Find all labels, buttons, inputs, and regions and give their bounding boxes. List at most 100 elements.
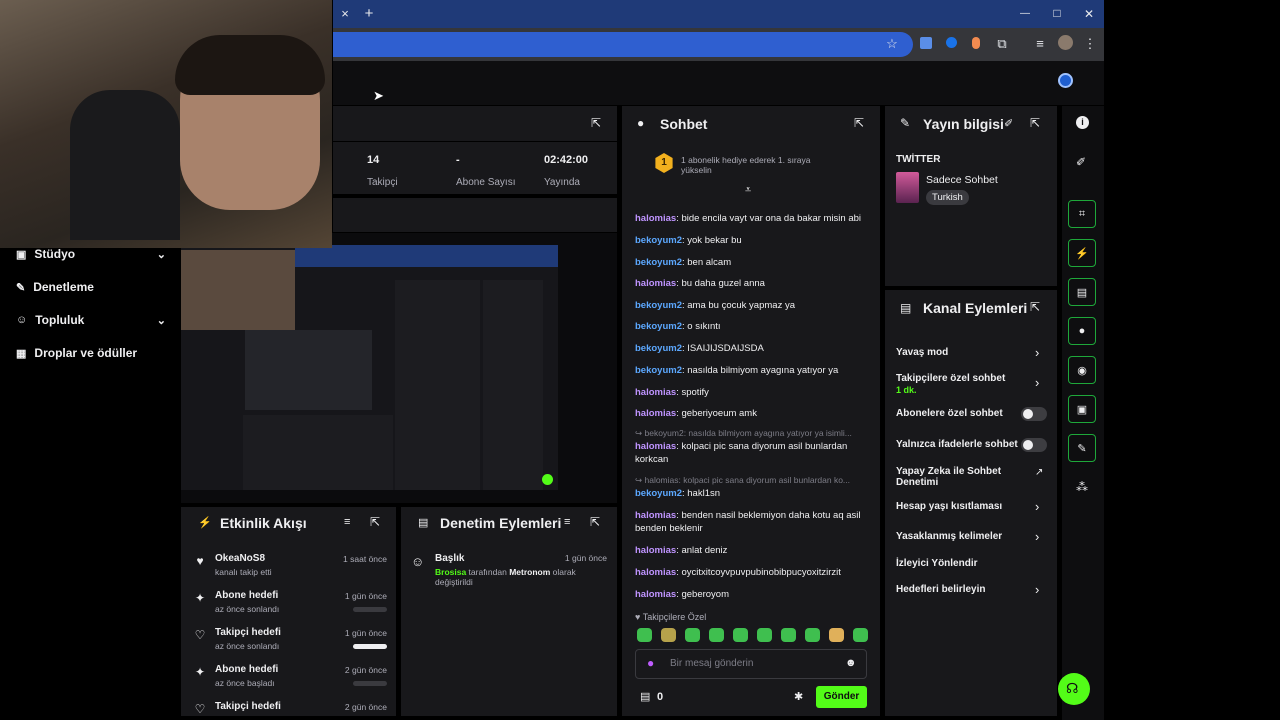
chat-username[interactable]: bekoyum2 [635,488,682,499]
rail-tools-button[interactable]: ✎ [1068,434,1096,462]
popout-icon[interactable]: ⇱ [1028,116,1042,130]
chevron-right-icon[interactable]: › [1035,529,1039,544]
rail-clip-button[interactable]: ⌗ [1068,200,1096,228]
channel-action-row[interactable]: Yapay Zeka ile Sohbet Denetimi [896,466,1036,488]
channel-action-row[interactable]: Yalnızca ifadelerle sohbet [896,439,1036,450]
media-control-icon[interactable]: ≡ [1032,36,1048,52]
chat-message[interactable]: halomias: oycitxitcoyvpuvpubinobibpucyox… [635,566,870,579]
activity-item-name[interactable]: Abone hedefi [215,590,278,601]
chat-username[interactable]: bekoyum2 [635,235,682,246]
microphone-icon[interactable]: ● [647,656,654,670]
filter-icon[interactable]: ≡ [564,516,570,528]
chat-username[interactable]: halomias [635,589,676,600]
chat-message[interactable]: halomias: bide encila vayt var ona da ba… [635,212,870,225]
rail-notes-button[interactable]: ▤ [1068,278,1096,306]
chat-username[interactable]: bekoyum2 [635,365,682,376]
activity-item-name[interactable]: OkeaNoS8 [215,553,265,564]
moderation-actor[interactable]: Brosisa [435,567,466,577]
chat-message[interactable]: halomias: kolpaci pic sana diyorum asil … [635,440,870,466]
emote-icon[interactable] [781,628,796,642]
external-link-icon[interactable]: ↗ [1035,467,1043,478]
chevron-right-icon[interactable]: › [1035,499,1039,514]
chevron-right-icon[interactable]: › [1035,582,1039,597]
collapse-pinned-icon[interactable]: ⩡ [745,184,751,197]
chat-message[interactable]: halomias: geberiyoeum amk [635,407,870,420]
chat-username[interactable]: halomias [635,408,676,419]
edit-pencil-icon[interactable]: ✐ [1076,155,1086,169]
rail-chat-button[interactable]: ● [1068,317,1096,345]
popout-icon[interactable]: ⇱ [588,515,602,529]
sidebar-item-community[interactable]: ☺ Topluluk ⌄ [16,309,166,331]
chat-reply-context[interactable]: ↪ bekoyum2: nasılda bilmiyom ayagına yat… [635,428,870,439]
channel-action-row[interactable]: Hedefleri belirleyin [896,584,1036,595]
bookmark-star-icon[interactable]: ☆ [884,36,900,52]
popout-icon[interactable]: ⇱ [1028,300,1042,314]
edit-pencil-icon[interactable]: ✐ [1004,117,1013,130]
chat-message[interactable]: halomias: anlat deniz [635,544,870,557]
window-maximize-icon[interactable]: □ [1049,5,1065,21]
toggle-switch[interactable] [1021,438,1047,452]
extension-blue-icon[interactable] [946,37,957,48]
chat-username[interactable]: halomias [635,567,676,578]
chat-username[interactable]: bekoyum2 [635,300,682,311]
info-icon[interactable]: i [1076,116,1089,129]
chat-username[interactable]: halomias [635,545,676,556]
sidebar-item-moderation[interactable]: ✎ Denetleme [16,276,166,298]
channel-action-row[interactable]: Yavaş mod [896,347,1036,358]
rail-broadcast-button[interactable]: ◉ [1068,356,1096,384]
chat-input-placeholder[interactable]: Bir mesaj gönderin [670,658,753,669]
emote-icon[interactable] [733,628,748,642]
send-button[interactable]: Gönder [816,686,867,708]
chat-message[interactable]: bekoyum2: yok bekar bu [635,234,870,247]
rail-lightning-button[interactable]: ⚡ [1068,239,1096,267]
user-avatar[interactable] [1058,73,1073,88]
chevron-right-icon[interactable]: › [1035,345,1039,360]
chat-message[interactable]: halomias: bu daha guzel anna [635,277,870,290]
rail-user-card-button[interactable]: ▣ [1068,395,1096,423]
chat-reply-context[interactable]: ↪ halomias: kolpaci pic sana diyorum asi… [635,475,870,486]
chat-message[interactable]: bekoyum2: o sıkıntı [635,320,870,333]
extensions-puzzle-icon[interactable]: ⧉ [994,36,1010,52]
chat-message[interactable]: bekoyum2: hakl1sn [635,487,870,500]
emote-icon[interactable] [637,628,652,642]
chat-message[interactable]: halomias: spotify [635,386,870,399]
new-tab-icon[interactable]: + [361,6,377,22]
help-chat-button[interactable]: ☊ [1058,673,1090,705]
activity-item-name[interactable]: Takipçi hedefi [215,701,281,712]
chat-username[interactable]: halomias [635,387,676,398]
points-icon[interactable]: ▤ [640,690,650,703]
activity-item-name[interactable]: Takipçi hedefi [215,627,281,638]
chat-message[interactable]: bekoyum2: ben alcam [635,256,870,269]
chat-username[interactable]: halomias [635,278,676,289]
chat-username[interactable]: bekoyum2 [635,343,682,354]
emote-icon[interactable] [685,628,700,642]
window-close-icon[interactable]: ✕ [1081,6,1097,22]
channel-action-row[interactable]: Takipçilere özel sohbet [896,373,1036,384]
translate-extension-icon[interactable] [920,37,932,49]
emote-icon[interactable] [829,628,844,642]
chat-message[interactable]: bekoyum2: nasılda bilmiyom ayagına yatıy… [635,364,870,377]
chat-username[interactable]: halomias [635,441,676,452]
channel-action-row[interactable]: Abonelere özel sohbet [896,408,1036,419]
popout-icon[interactable]: ⇱ [852,116,866,130]
url-field[interactable] [333,32,913,57]
emote-icon[interactable] [757,628,772,642]
chevron-right-icon[interactable]: › [1035,375,1039,390]
profile-avatar[interactable] [1058,35,1073,50]
pinned-message[interactable]: 1 abonelik hediye ederek 1. sıraya yükse… [681,155,831,175]
emote-icon[interactable] [805,628,820,642]
popout-icon[interactable]: ⇱ [368,515,382,529]
tab-close-icon[interactable]: × [337,6,353,22]
emote-icon[interactable] [709,628,724,642]
browser-menu-icon[interactable]: ⋮ [1082,36,1098,52]
toggle-switch[interactable] [1021,407,1047,421]
sidebar-item-drops[interactable]: ▦ Droplar ve ödüller [16,342,166,364]
chat-settings-icon[interactable]: ✱ [794,690,803,703]
channel-action-row[interactable]: İzleyici Yönlendir [896,558,1036,569]
emote-icon[interactable] [853,628,868,642]
chat-username[interactable]: halomias [635,510,676,521]
chat-message[interactable]: bekoyum2: ISAIJIJSDAIJSDA [635,342,870,355]
emote-icon[interactable] [661,628,676,642]
filter-icon[interactable]: ≡ [344,516,350,528]
chat-message[interactable]: bekoyum2: ama bu çocuk yapmaz ya [635,299,870,312]
